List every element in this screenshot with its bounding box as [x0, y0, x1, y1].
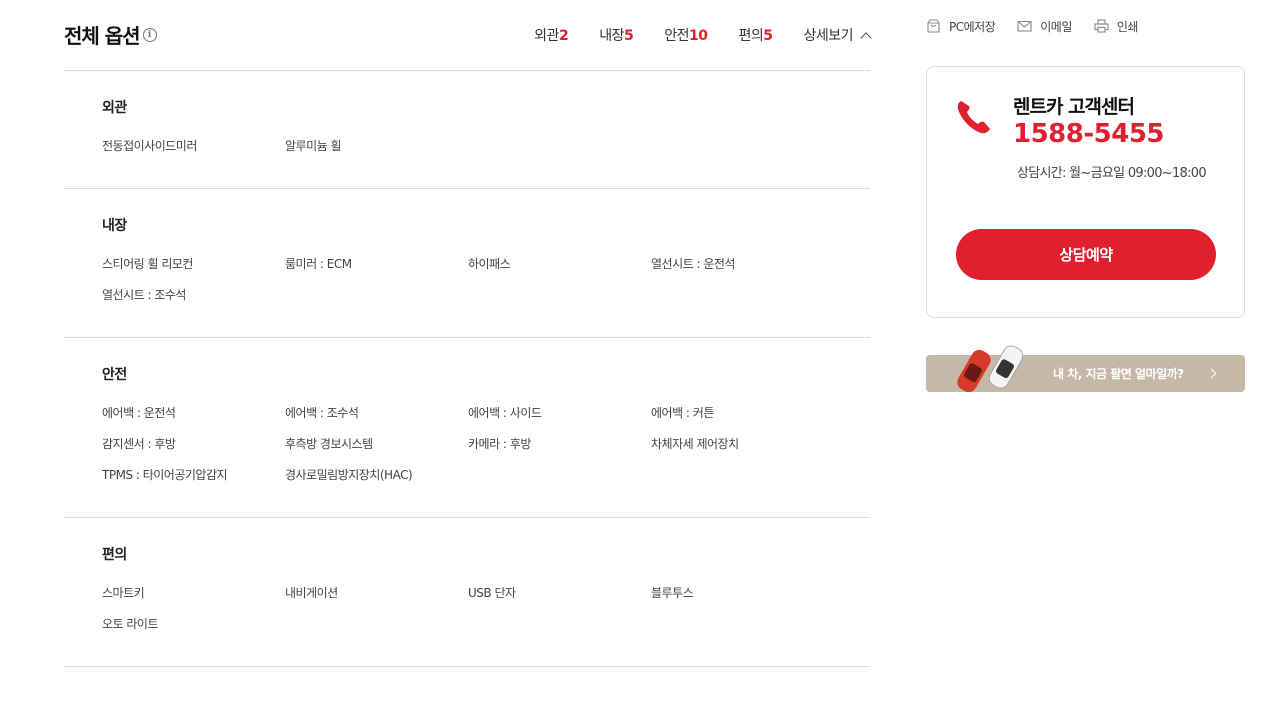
nav-count: 2 [558, 28, 569, 44]
option-item: USB 단자 [468, 586, 516, 600]
section-title: 편의 [102, 547, 127, 563]
option-item: 카메라 : 후방 [468, 437, 531, 451]
print-button[interactable]: 인쇄 [1094, 18, 1138, 35]
option-item: 감지센서 : 후방 [102, 437, 176, 451]
email-button[interactable]: 이메일 [1017, 18, 1072, 35]
mail-icon [1017, 20, 1032, 32]
section-title: 안전 [102, 367, 127, 383]
printer-icon [1094, 19, 1109, 33]
nav-label: 외관 [534, 28, 559, 44]
save-pc-button[interactable]: PC에저장 [926, 18, 996, 35]
phone-icon [957, 101, 990, 134]
consult-reserve-button[interactable]: 상담예약 [956, 229, 1216, 280]
option-item: 에어백 : 운전석 [102, 406, 176, 420]
nav-count: 5 [623, 28, 634, 44]
email-label: 이메일 [1040, 19, 1072, 34]
print-label: 인쇄 [1116, 19, 1139, 34]
option-sections: 외관전동접이사이드미러 알루미늄 휠내장스티어링 휠 리모컨 룸미러 : ECM 하이… [64, 71, 870, 667]
nav-safety[interactable]: 안전10 [664, 25, 708, 45]
nav-convenience[interactable]: 편의5 [738, 25, 773, 45]
option-item: TPMS : 타이어공기압감지 [102, 468, 228, 482]
nav-interior[interactable]: 내장5 [599, 25, 634, 45]
info-icon[interactable]: i [142, 28, 157, 42]
chevron-up-icon [860, 31, 872, 44]
cs-phone-number[interactable]: 1588-5455 [1013, 119, 1165, 149]
nav-label: 내장 [599, 28, 624, 44]
nav-count: 10 [688, 28, 708, 44]
option-item: 스티어링 휠 리모컨 [102, 257, 193, 271]
option-item: 알루미늄 휠 [285, 139, 342, 153]
nav-exterior[interactable]: 외관2 [534, 25, 569, 45]
option-section: 내장스티어링 휠 리모컨 룸미러 : ECM 하이패스 열선시트 : 운전석열선시트 … [64, 189, 870, 338]
option-item: 열선시트 : 조수석 [102, 288, 186, 302]
option-grid: 전동접이사이드미러 알루미늄 휠 [102, 136, 870, 167]
save-icon [927, 19, 940, 33]
sell-car-banner[interactable]: 내 차, 지금 팔면 얼마일까? [926, 345, 1245, 393]
cs-hours: 상담시간: 월~금요일 09:00~18:00 [1017, 166, 1207, 181]
option-section: 편의스마트키 내비게이션 USB 단자 블루투스오토 라이트 [64, 518, 870, 667]
save-pc-label: PC에저장 [949, 19, 996, 34]
banner-text: 내 차, 지금 팔면 얼마일까? [1053, 367, 1184, 381]
category-nav: 외관2 내장5 안전10 편의5 상세보기 [534, 25, 872, 45]
option-item: 오토 라이트 [102, 617, 159, 631]
option-grid: 에어백 : 운전석 에어백 : 조수석 에어백 : 사이드 에어백 : 커튼감지센서 … [102, 403, 870, 496]
tools-bar: PC에저장 이메일 인쇄 [926, 0, 1245, 66]
cars-image [957, 345, 1024, 393]
customer-center-box: 렌트카 고객센터 1588-5455 상담시간: 월~금요일 09:00~18:… [926, 66, 1245, 318]
option-item: 전동접이사이드미러 [102, 139, 197, 153]
option-section: 안전에어백 : 운전석 에어백 : 조수석 에어백 : 사이드 에어백 : 커튼감지센… [64, 338, 870, 518]
option-item: 후측방 경보시스템 [285, 437, 373, 451]
option-item: 차체자세 제어장치 [651, 437, 739, 451]
title-wrap: 전체 옵션 i [64, 20, 157, 49]
option-item: 에어백 : 조수석 [285, 406, 359, 420]
option-item: 하이패스 [468, 257, 511, 271]
option-section: 외관전동접이사이드미러 알루미늄 휠 [64, 71, 870, 189]
section-title: 외관 [102, 100, 127, 116]
option-item: 스마트키 [102, 586, 145, 600]
option-item: 열선시트 : 운전석 [651, 257, 735, 271]
option-item: 에어백 : 사이드 [468, 406, 542, 420]
option-grid: 스티어링 휠 리모컨 룸미러 : ECM 하이패스 열선시트 : 운전석열선시트 : … [102, 254, 870, 316]
nav-label: 편의 [738, 28, 764, 44]
option-item: 내비게이션 [285, 586, 338, 600]
nav-count: 5 [763, 28, 773, 44]
options-header: 전체 옵션 i 외관2 내장5 안전10 편의5 상세보기 [64, 0, 872, 71]
nav-label: 안전 [664, 28, 689, 44]
section-title: 내장 [102, 218, 127, 234]
option-item: 경사로밀림방지장치(HAC) [285, 468, 413, 482]
detail-toggle-button[interactable]: 상세보기 [803, 25, 872, 45]
detail-toggle-label: 상세보기 [803, 28, 853, 44]
chevron-right-icon [1206, 368, 1217, 379]
page-title: 전체 옵션 [64, 23, 141, 48]
option-grid: 스마트키 내비게이션 USB 단자 블루투스오토 라이트 [102, 583, 870, 645]
cs-title: 렌트카 고객센터 [1013, 96, 1135, 118]
option-item: 에어백 : 커튼 [651, 406, 714, 420]
options-panel: 전체 옵션 i 외관2 내장5 안전10 편의5 상세보기 외관 전동접이사이드미… [64, 0, 872, 667]
side-panel: PC에저장 이메일 인쇄 렌트카 고객센터 1588-5455 상담시간: 월~… [926, 0, 1245, 393]
option-item: 룸미러 : ECM [285, 257, 352, 271]
option-item: 블루투스 [651, 586, 694, 600]
